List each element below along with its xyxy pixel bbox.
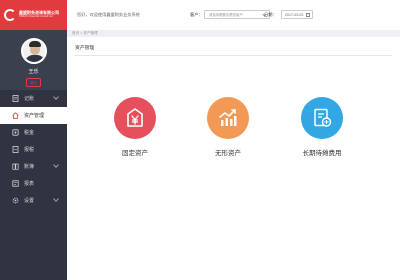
tax-icon — [12, 129, 19, 136]
breadcrumb: 首页 > 资产管理 — [72, 31, 98, 35]
page-title: 资产管理 — [75, 46, 95, 51]
book-icon — [12, 163, 19, 170]
chevron-down-icon — [53, 196, 59, 202]
ledger-icon — [12, 95, 19, 102]
sidebar-nav: 记账 资产管理 税金 报税 账簿 报表 设置 — [0, 90, 67, 209]
sidebar-item-label: 设置 — [24, 198, 35, 204]
sidebar-item-label: 资产管理 — [24, 113, 45, 119]
calendar-icon — [306, 13, 310, 17]
report-icon — [12, 180, 19, 187]
date-label: 日期： — [264, 12, 277, 17]
date-picker[interactable]: 2017-03-03 — [281, 10, 313, 19]
tile-label: 固定资产 — [122, 150, 148, 157]
sidebar-item-tax[interactable]: 税金 — [0, 124, 67, 141]
sidebar-item-books[interactable]: 账簿 — [0, 158, 67, 175]
main-panel: 资产管理 固定资产 无形资产 长期待摊费用 — [67, 37, 400, 280]
chevron-down-icon — [53, 162, 59, 168]
user-name: 王乐 — [28, 69, 39, 75]
logout-button[interactable]: 退出 — [26, 78, 41, 87]
divider — [75, 55, 392, 56]
brand-subtitle: XINHUI Financial Consult Ltd — [19, 15, 53, 19]
home-icon — [12, 112, 19, 119]
tile-intangible-assets[interactable]: 无形资产 — [198, 97, 258, 157]
tile-fixed-assets[interactable]: 固定资产 — [105, 97, 165, 157]
tile-label: 无形资产 — [215, 150, 241, 157]
sidebar-item-ledger[interactable]: 记账 — [0, 90, 67, 107]
sidebar-item-settings[interactable]: 设置 — [0, 192, 67, 209]
growth-chart-icon — [219, 109, 237, 126]
intangible-assets-circle — [207, 97, 249, 139]
brand-logo — [4, 9, 16, 21]
sidebar-item-label: 记账 — [24, 96, 35, 102]
tile-long-term-prepaid[interactable]: 长期待摊费用 — [292, 97, 352, 157]
client-label: 客户： — [190, 12, 203, 17]
chevron-down-icon — [53, 94, 59, 100]
sidebar-item-asset-management[interactable]: 资产管理 — [0, 107, 67, 124]
sidebar: 鑫盟财务咨询有限公司 XINHUI Financial Consult Ltd … — [0, 0, 67, 280]
document-coin-icon — [314, 108, 332, 127]
sidebar-item-label: 账簿 — [24, 164, 35, 170]
sidebar-item-label: 报税 — [24, 147, 35, 153]
declare-icon — [12, 146, 19, 153]
welcome-message: 您好，欢迎使用鑫盟财务业务系统 — [77, 12, 140, 17]
sidebar-item-label: 税金 — [24, 130, 35, 136]
client-select[interactable]: 请选择需要查看的客户 — [204, 10, 270, 19]
long-term-prepaid-circle — [301, 97, 343, 139]
client-select-placeholder: 请选择需要查看的客户 — [209, 13, 243, 17]
date-value: 2017-03-03 — [285, 12, 304, 17]
sidebar-item-label: 报表 — [24, 181, 35, 187]
avatar — [20, 38, 47, 64]
sidebar-item-declare[interactable]: 报税 — [0, 141, 67, 158]
yuan-tag-icon — [127, 108, 143, 127]
brand-header: 鑫盟财务咨询有限公司 XINHUI Financial Consult Ltd — [0, 0, 67, 30]
gear-icon — [12, 197, 19, 204]
user-profile: 王乐 退出 — [0, 30, 67, 90]
fixed-assets-circle — [114, 97, 156, 139]
sidebar-item-reports[interactable]: 报表 — [0, 175, 67, 192]
tile-label: 长期待摊费用 — [302, 150, 342, 157]
